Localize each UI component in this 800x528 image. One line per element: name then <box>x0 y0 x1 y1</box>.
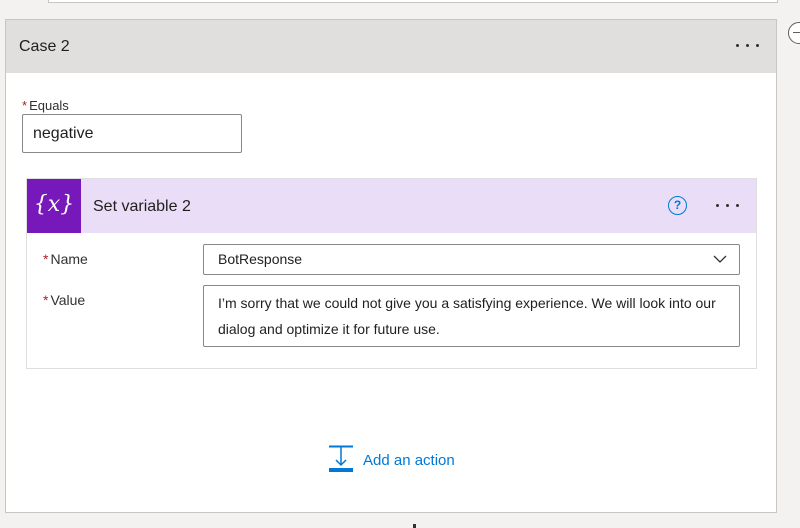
previous-card-edge <box>48 0 778 3</box>
case-more-options-icon[interactable] <box>732 36 766 56</box>
add-case-icon[interactable] <box>788 22 800 44</box>
value-input[interactable]: I’m sorry that we could not give you a s… <box>203 285 740 347</box>
equals-label: * Equals <box>22 98 69 113</box>
action-title: Set variable 2 <box>93 198 191 215</box>
name-dropdown-value: BotResponse <box>218 251 303 267</box>
action-more-options-icon[interactable] <box>712 196 746 216</box>
chevron-down-icon[interactable] <box>713 254 727 264</box>
value-label-text: Value <box>50 292 86 308</box>
connector-dot <box>413 524 416 528</box>
add-an-action-label: Add an action <box>363 452 455 469</box>
variable-icon: {x} <box>27 179 81 233</box>
case-card: Case 2 * Equals negative {x} Set variable… <box>5 19 777 513</box>
name-label: * Name <box>43 251 88 267</box>
required-marker: * <box>43 251 49 267</box>
value-label: * Value <box>43 292 85 308</box>
required-marker: * <box>43 292 49 308</box>
required-marker: * <box>22 98 28 113</box>
case-header[interactable]: Case 2 <box>6 20 776 73</box>
equals-label-text: Equals <box>29 98 69 113</box>
name-label-text: Name <box>50 251 88 267</box>
case-title: Case 2 <box>19 38 70 55</box>
equals-input[interactable]: negative <box>22 114 242 153</box>
add-action-icon <box>329 445 353 472</box>
action-header[interactable]: {x} Set variable 2 ? <box>27 179 756 233</box>
help-icon[interactable]: ? <box>668 196 687 215</box>
name-dropdown[interactable]: BotResponse <box>203 244 740 275</box>
set-variable-action-card: {x} Set variable 2 ? * Name BotResponse *… <box>26 178 757 369</box>
